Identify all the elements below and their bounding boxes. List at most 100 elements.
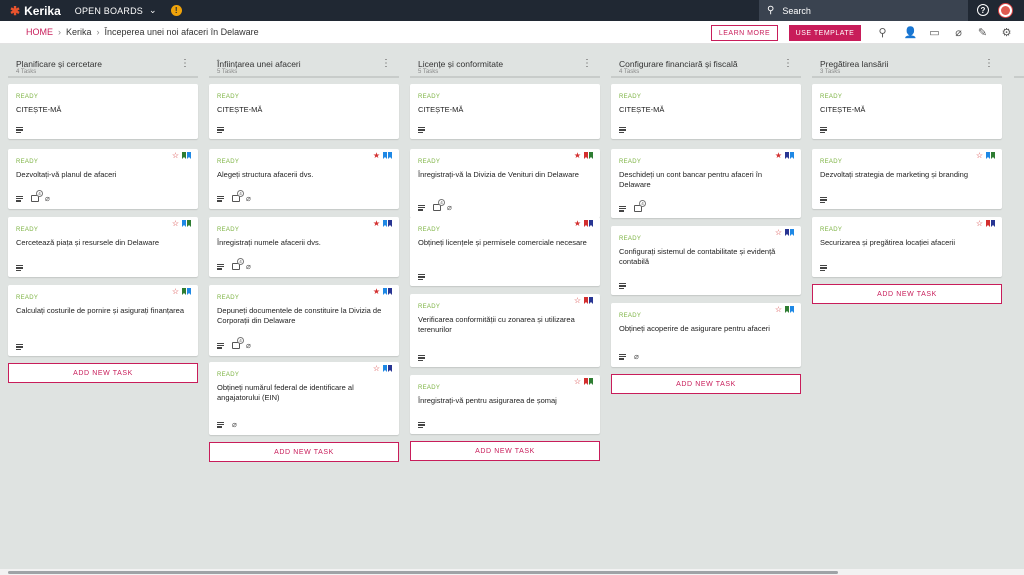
task-card[interactable]: READY CITEȘTE-MĂ <box>209 84 399 139</box>
column-menu-icon[interactable]: ⋮ <box>783 58 793 69</box>
task-status: READY <box>418 385 441 391</box>
attachment-icon: ⌀ <box>447 203 452 212</box>
help-icon[interactable]: ? <box>977 4 989 16</box>
search-input[interactable]: ⚲ Search <box>759 0 968 21</box>
priority-star-icon[interactable]: ★ <box>775 152 782 160</box>
task-card[interactable]: READY CITEȘTE-MĂ <box>8 84 198 139</box>
chat-icon[interactable]: ▭ <box>928 26 941 39</box>
task-card[interactable]: READY CITEȘTE-MĂ <box>611 84 801 139</box>
column-title[interactable]: Configurare financiară și fiscală <box>619 59 738 69</box>
scrollbar-thumb[interactable] <box>8 571 838 574</box>
card-icons <box>820 265 835 271</box>
card-flags: ★ <box>775 152 794 160</box>
task-card[interactable]: READY CITEȘTE-MĂ <box>410 84 600 139</box>
horizontal-scrollbar[interactable] <box>0 569 1024 575</box>
priority-star-icon[interactable]: ☆ <box>172 288 179 296</box>
priority-star-icon[interactable]: ☆ <box>172 220 179 228</box>
add-new-task-button[interactable]: ADD NEW TASK <box>209 442 399 462</box>
add-new-task-button[interactable]: ADD NEW TASK <box>611 374 801 394</box>
card-icons: 4 ⌀ <box>217 190 251 203</box>
task-card[interactable]: ★ READY Înregistrați-vă la Divizia de Veni… <box>410 149 600 218</box>
card-icons <box>418 274 433 280</box>
column-header[interactable]: Planificare și cercetare 4 Tasks ⋮ <box>8 44 198 78</box>
user-avatar[interactable] <box>998 3 1013 18</box>
attachment-icon[interactable]: ⌀ <box>952 26 965 39</box>
task-card[interactable]: ☆ READY Cercetează piața și resursele din … <box>8 217 198 277</box>
priority-star-icon[interactable]: ★ <box>373 220 380 228</box>
task-card[interactable]: ☆ READY Dezvoltați strategia de marketing … <box>812 149 1002 209</box>
card-flags: ☆ <box>976 152 995 160</box>
tag-flag-icon <box>383 365 387 372</box>
card-flags: ☆ <box>373 365 392 373</box>
tag-flag-icon <box>986 220 990 227</box>
column-header[interactable]: Pregătirea lansării 3 Tasks ⋮ <box>812 44 1002 78</box>
column-title[interactable]: Planificare și cercetare <box>16 59 102 69</box>
priority-star-icon[interactable]: ☆ <box>172 152 179 160</box>
task-card[interactable]: ★ READY Înregistrați numele afacerii dvs. 4… <box>209 217 399 277</box>
card-icons <box>418 422 433 428</box>
priority-star-icon[interactable]: ★ <box>373 152 380 160</box>
kerika-logo[interactable]: ✱ Kerika <box>10 4 61 18</box>
column-menu-icon[interactable]: ⋮ <box>984 58 994 69</box>
description-icon <box>217 421 224 428</box>
learn-more-button[interactable]: LEARN MORE <box>711 25 778 41</box>
task-card[interactable]: ☆ READY Configurați sistemul de contabilit… <box>611 226 801 295</box>
task-card[interactable]: ☆ READY Securizarea și pregătirea locației… <box>812 217 1002 277</box>
add-new-task-button[interactable]: ADD NEW TASK <box>410 441 600 461</box>
task-card[interactable]: ★ READY Deschideți un cont bancar pentru a… <box>611 149 801 218</box>
column-title[interactable]: Înființarea unei afaceri <box>217 59 301 69</box>
priority-star-icon[interactable]: ☆ <box>574 378 581 386</box>
task-title: Obțineți numărul federal de identificare… <box>217 383 354 402</box>
tag-flag-icon <box>785 152 789 159</box>
task-card[interactable]: ★ READY Depuneți documentele de constituir… <box>209 285 399 356</box>
priority-star-icon[interactable]: ★ <box>373 288 380 296</box>
column-menu-icon[interactable]: ⋮ <box>381 58 391 69</box>
add-new-task-button[interactable]: ADD NEW TASK <box>812 284 1002 304</box>
breadcrumb-home[interactable]: HOME <box>26 27 53 37</box>
tag-flag-icon <box>383 288 387 295</box>
search-icon[interactable]: ⚲ <box>876 26 889 39</box>
column-header[interactable]: Înființarea unei afaceri 5 Tasks ⋮ <box>209 44 399 78</box>
checklist-count: 4 <box>438 199 445 206</box>
task-card[interactable]: READY CITEȘTE-MĂ <box>812 84 1002 139</box>
settings-icon[interactable]: ⚙ <box>1000 26 1013 39</box>
task-card[interactable]: ☆ READY Obțineți numărul federal de identi… <box>209 362 399 435</box>
task-card[interactable]: ★ READY Alegeți structura afacerii dvs. 4 ⌀ <box>209 149 399 209</box>
column-header[interactable]: Configurare financiară și fiscală 4 Tasks… <box>611 44 801 78</box>
priority-star-icon[interactable]: ☆ <box>976 220 983 228</box>
task-card[interactable]: ☆ READY Dezvoltați-vă planul de afaceri 4 ⌀ <box>8 149 198 209</box>
notification-icon[interactable]: ! <box>170 5 182 16</box>
add-person-icon[interactable]: 👤 <box>904 26 918 39</box>
column-menu-icon[interactable]: ⋮ <box>180 58 190 69</box>
task-card[interactable]: ☆ READY Înregistrați-vă pentru asigurarea … <box>410 375 600 434</box>
priority-star-icon[interactable]: ☆ <box>373 365 380 373</box>
priority-star-icon[interactable]: ☆ <box>574 297 581 305</box>
priority-star-icon[interactable]: ☆ <box>976 152 983 160</box>
task-card[interactable]: ★ READY Obțineți licențele și permisele co… <box>410 217 600 286</box>
tools-icon[interactable]: ✎ <box>976 26 989 39</box>
card-icons: 4 ⌀ <box>217 258 251 271</box>
use-template-button[interactable]: USE TEMPLATE <box>789 25 861 41</box>
task-card[interactable]: ☆ READY Calculați costurile de pornire și … <box>8 285 198 356</box>
column-title[interactable]: Licențe și conformitate <box>418 59 503 69</box>
card-icons: 4 <box>619 200 648 212</box>
open-boards-menu[interactable]: OPEN BOARDS ⌄ <box>75 5 157 16</box>
task-card[interactable]: ☆ READY Obțineți acoperire de asigurare pe… <box>611 303 801 367</box>
priority-star-icon[interactable]: ☆ <box>775 306 782 314</box>
column-menu-icon[interactable]: ⋮ <box>582 58 592 69</box>
task-card[interactable]: ☆ READY Verificarea conformității cu zonar… <box>410 294 600 367</box>
column-header[interactable]: Licențe și conformitate 5 Tasks ⋮ <box>410 44 600 78</box>
column-title[interactable]: Pregătirea lansării <box>820 59 889 69</box>
priority-star-icon[interactable]: ★ <box>574 152 581 160</box>
task-title: Securizarea și pregătirea locației aface… <box>820 238 956 247</box>
priority-star-icon[interactable]: ☆ <box>775 229 782 237</box>
description-icon <box>619 127 626 133</box>
task-status: READY <box>820 227 843 233</box>
tag-flag-icon <box>182 220 186 227</box>
description-icon <box>418 127 425 133</box>
card-icons: ⌀ <box>619 352 639 361</box>
task-status: READY <box>16 159 39 165</box>
add-new-task-button[interactable]: ADD NEW TASK <box>8 363 198 383</box>
breadcrumb-project[interactable]: Kerika <box>66 27 92 37</box>
priority-star-icon[interactable]: ★ <box>574 220 581 228</box>
